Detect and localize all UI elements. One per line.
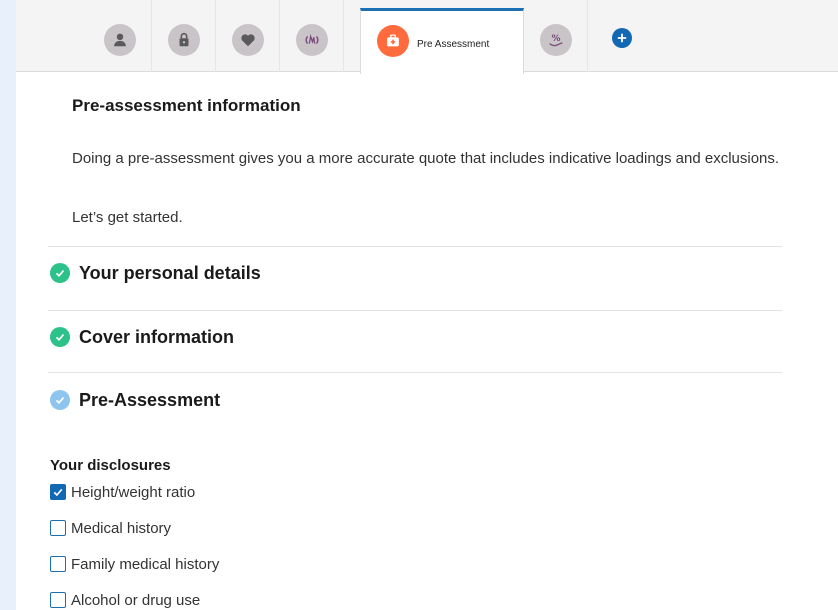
disclosure-medical-history[interactable]: Medical history: [50, 518, 171, 538]
lock-icon: [168, 24, 200, 56]
disclosure-label: Medical history: [71, 519, 172, 537]
disclosure-label: Alcohol or drug use: [71, 591, 201, 609]
svg-text:%: %: [551, 34, 560, 44]
check-circle-icon: [50, 390, 70, 410]
tab-health[interactable]: [216, 0, 280, 72]
person-icon: [104, 24, 136, 56]
tab-active-label: Pre Assessment: [417, 39, 490, 50]
step-label: Cover information: [79, 326, 235, 347]
tab-security[interactable]: [152, 0, 216, 72]
page-title: Pre-assessment information: [72, 96, 301, 115]
tab-bar: Pre Assessment %: [16, 0, 838, 74]
disclosure-family-medical-history[interactable]: Family medical history: [50, 554, 219, 574]
tab-pre-assessment[interactable]: Pre Assessment: [360, 8, 524, 74]
plus-icon: [617, 33, 627, 43]
disclosure-label: Height/weight ratio: [71, 483, 196, 501]
checkbox[interactable]: [50, 556, 66, 572]
check-circle-icon: [50, 263, 70, 283]
step-label: Your personal details: [79, 262, 261, 283]
add-tab-button[interactable]: [612, 28, 632, 48]
medical-kit-icon: [377, 25, 409, 57]
disclosures-title: Your disclosures: [50, 457, 171, 474]
step-personal-details[interactable]: Your personal details: [50, 261, 261, 285]
tab-personal[interactable]: [88, 0, 152, 72]
checkbox[interactable]: [50, 592, 66, 608]
pulse-icon: [296, 24, 328, 56]
checkbox[interactable]: [50, 520, 66, 536]
tab-signals[interactable]: [280, 0, 344, 72]
disclosure-label: Family medical history: [71, 555, 220, 573]
divider: [48, 310, 782, 311]
percent-hand-icon: %: [540, 24, 572, 56]
intro-cta: Let’s get started.: [72, 209, 183, 226]
check-circle-icon: [50, 327, 70, 347]
intro-text: Doing a pre-assessment gives you a more …: [72, 150, 780, 167]
heart-icon: [232, 24, 264, 56]
checkmark-icon: [53, 488, 63, 497]
step-cover-information[interactable]: Cover information: [50, 325, 234, 349]
step-label: Pre-Assessment: [79, 389, 221, 410]
step-pre-assessment[interactable]: Pre-Assessment: [50, 388, 220, 412]
disclosure-alcohol-drug-use[interactable]: Alcohol or drug use: [50, 590, 200, 610]
divider: [48, 246, 782, 247]
left-border-strip: [0, 0, 16, 610]
divider: [48, 372, 782, 373]
checkbox-checked[interactable]: [50, 484, 66, 500]
disclosure-height-weight[interactable]: Height/weight ratio: [50, 482, 195, 502]
tab-discounts[interactable]: %: [524, 0, 588, 72]
